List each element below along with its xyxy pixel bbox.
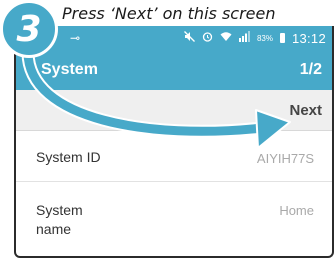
status-bar: ⊸ 83% 13:12 <box>16 26 332 50</box>
step-number-badge: 3 <box>0 0 58 58</box>
row-value: AIYIH77S <box>256 151 314 166</box>
signal-icon <box>238 31 250 45</box>
mute-icon <box>183 31 195 45</box>
key-icon: ⊸ <box>70 31 81 45</box>
back-button[interactable]: ‹ System <box>30 61 98 79</box>
next-button[interactable]: Next <box>289 102 322 119</box>
list-item-system-name[interactable]: System name Home <box>16 182 332 252</box>
back-label: System <box>41 61 98 78</box>
instruction-text: Press ‘Next’ on this screen <box>62 4 276 23</box>
status-time: 13:12 <box>291 30 326 46</box>
chevron-left-icon: ‹ <box>30 61 35 79</box>
battery-icon <box>279 33 285 43</box>
app-bar: ‹ System 1/2 <box>16 50 332 90</box>
row-label: System name <box>36 202 83 237</box>
phone-screen: ⊸ 83% 13:12 ‹ System 1/2 Next System ID … <box>14 26 334 258</box>
row-label: System ID <box>36 149 101 165</box>
page-counter: 1/2 <box>299 61 322 78</box>
next-bar: Next <box>16 90 332 131</box>
list-item-system-id[interactable]: System ID AIYIH77S <box>16 131 332 182</box>
row-value: Home <box>279 203 314 218</box>
battery-percent: 83% <box>256 33 273 43</box>
wifi-icon <box>220 31 232 45</box>
alarm-icon <box>202 31 213 45</box>
